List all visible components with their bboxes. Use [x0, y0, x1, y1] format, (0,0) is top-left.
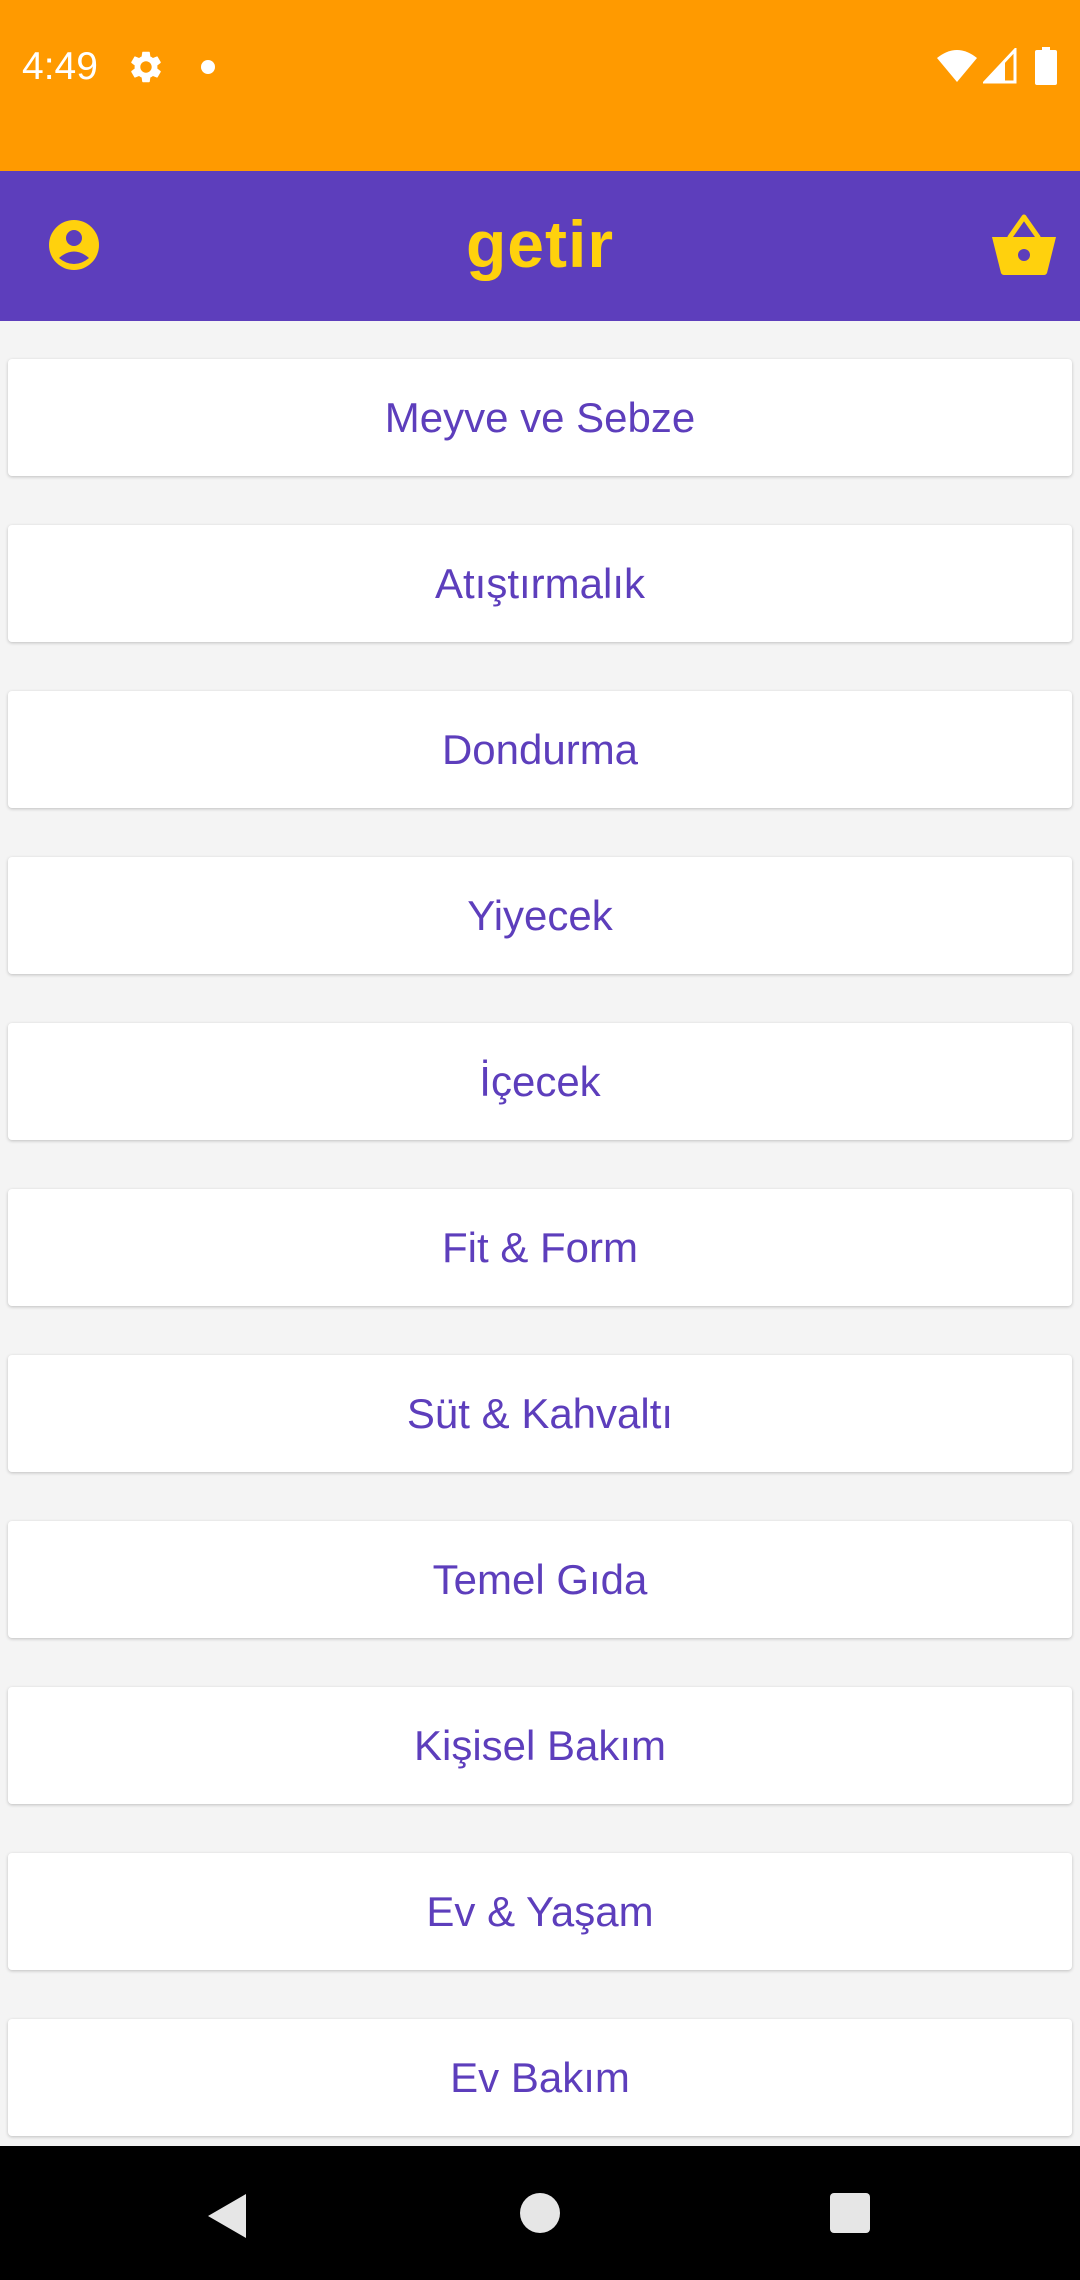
- home-icon[interactable]: [520, 2193, 560, 2233]
- category-item[interactable]: İçecek: [8, 1023, 1072, 1140]
- category-item[interactable]: Ev Bakım: [8, 2019, 1072, 2136]
- category-item[interactable]: Meyve ve Sebze: [8, 359, 1072, 476]
- app-bar: getir: [0, 171, 1080, 321]
- category-item[interactable]: Fit & Form: [8, 1189, 1072, 1306]
- category-list: Meyve ve Sebze Atıştırmalık Dondurma Yiy…: [0, 321, 1080, 2146]
- navigation-bar: [0, 2146, 1080, 2280]
- category-item[interactable]: Kişisel Bakım: [8, 1687, 1072, 1804]
- app-logo: getir: [465, 207, 615, 281]
- category-item[interactable]: Süt & Kahvaltı: [8, 1355, 1072, 1472]
- signal-icon: [983, 48, 1017, 84]
- category-item[interactable]: Yiyecek: [8, 857, 1072, 974]
- category-item[interactable]: Dondurma: [8, 691, 1072, 808]
- battery-icon: [1035, 47, 1057, 85]
- gear-icon: [131, 51, 161, 83]
- wifi-icon: [937, 50, 977, 82]
- basket-icon[interactable]: [990, 211, 1058, 277]
- back-icon[interactable]: [206, 2192, 248, 2240]
- status-time: 4:49: [22, 45, 98, 88]
- recents-icon[interactable]: [830, 2193, 870, 2233]
- status-bar: 4:49: [0, 0, 1080, 171]
- category-item[interactable]: Atıştırmalık: [8, 525, 1072, 642]
- category-item[interactable]: Temel Gıda: [8, 1521, 1072, 1638]
- category-item[interactable]: Ev & Yaşam: [8, 1853, 1072, 1970]
- notification-dot-icon: [201, 60, 215, 74]
